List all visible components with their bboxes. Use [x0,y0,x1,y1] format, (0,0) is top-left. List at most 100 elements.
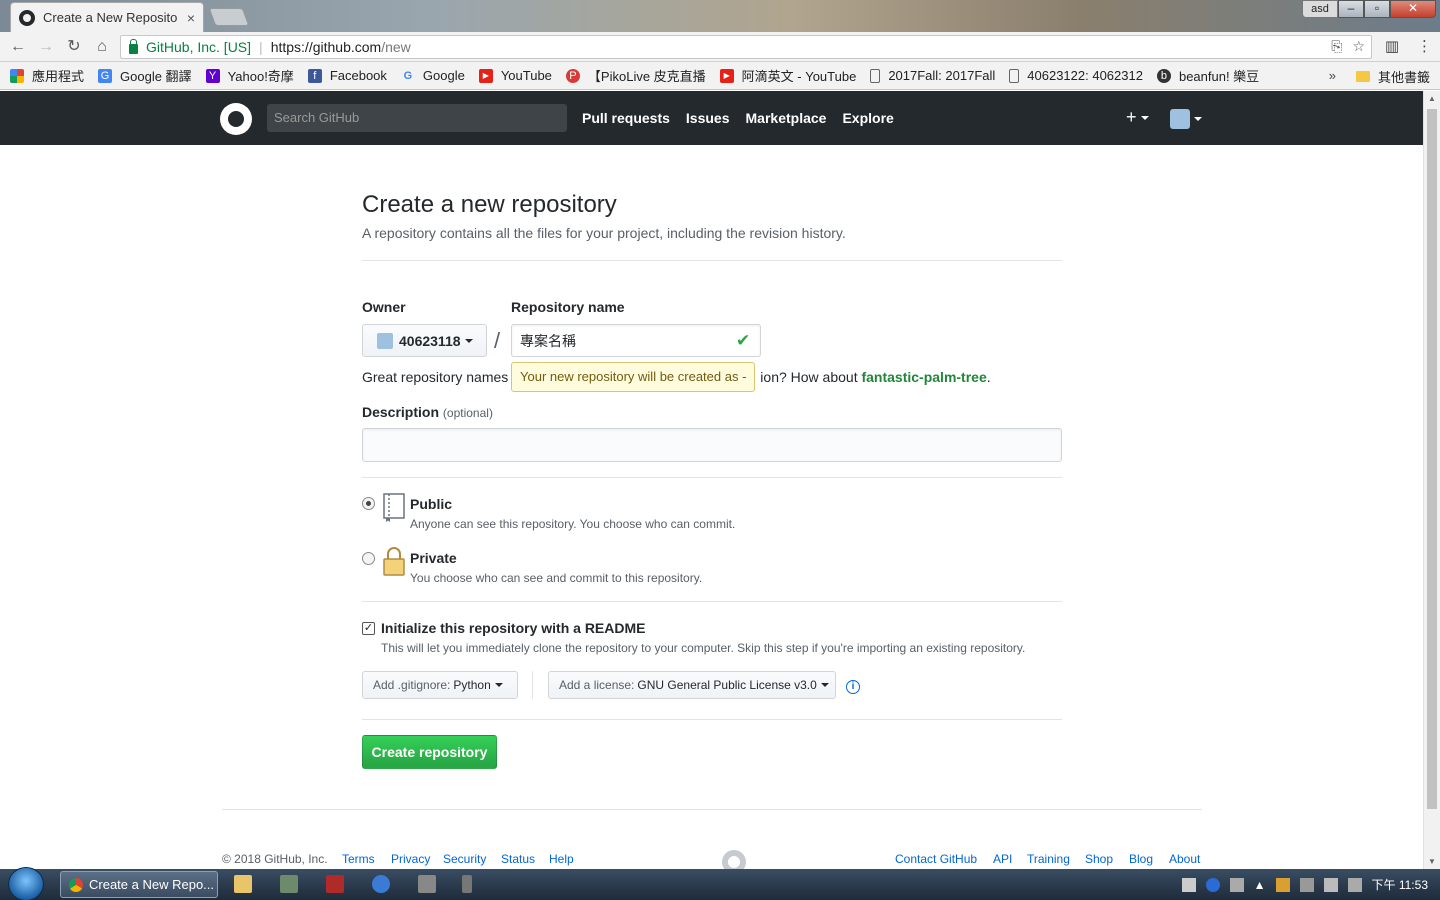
file-explorer-icon[interactable] [234,875,252,893]
gitignore-value: Python [453,678,491,692]
nav-marketplace[interactable]: Marketplace [746,110,827,126]
public-radio[interactable] [362,497,375,510]
maximize-button[interactable]: ▫ [1364,0,1390,18]
extension-icon[interactable]: ▥ [1385,37,1399,55]
create-repository-button[interactable]: Create repository [362,735,497,769]
speaker-app-icon[interactable] [418,875,436,893]
browser-toolbar: ← → ↻ ⌂ GitHub, Inc. [US] | https://gith… [0,32,1440,62]
start-button[interactable] [8,867,44,900]
bookmark-google[interactable]: G Google [401,68,465,83]
footer-link-training[interactable]: Training [1027,852,1070,866]
minimize-button[interactable]: – [1338,0,1364,18]
forward-icon[interactable]: → [36,37,56,57]
footer-link-status[interactable]: Status [501,852,535,866]
chevron-down-icon [1194,117,1202,121]
owner-select[interactable]: 40623118 [362,324,487,357]
divider [362,477,1062,478]
public-title[interactable]: Public [410,496,452,512]
private-radio[interactable] [362,552,375,565]
bookmark-facebook[interactable]: f Facebook [307,68,387,83]
repo-name-label: Repository name [511,299,625,315]
keyboard-icon[interactable] [1181,877,1196,892]
scrollbar-thumb[interactable] [1427,109,1437,809]
bookmark-youtube[interactable]: ▶ YouTube [478,68,552,83]
bookmark-yahoo[interactable]: Y Yahoo!奇摩 [205,66,294,85]
youtube-icon: ▶ [719,68,734,83]
bookmark-pikolive[interactable]: P 【PikoLive 皮克直播 [565,66,706,85]
scroll-down-icon[interactable]: ▼ [1428,857,1436,866]
private-note: You choose who can see and commit to thi… [410,571,703,585]
window-controls: asd – ▫ ✕ [1302,0,1436,18]
tab-title: Create a New Reposito [43,10,178,25]
footer-link-blog[interactable]: Blog [1129,852,1153,866]
bookmark-beanfun[interactable]: b beanfun! 樂豆 [1156,66,1260,85]
close-window-button[interactable]: ✕ [1390,0,1436,18]
home-icon[interactable]: ⌂ [92,37,112,57]
app-icon[interactable] [462,875,472,893]
gitignore-select[interactable]: Add .gitignore: Python [362,671,518,699]
app-icon[interactable] [280,875,298,893]
bookmark-40623122[interactable]: 40623122: 4062312 [1009,68,1143,83]
network-icon[interactable] [1299,877,1314,892]
app-icon[interactable] [372,875,390,893]
license-value: GNU General Public License v3.0 [637,678,817,692]
page-scrollbar[interactable]: ▲ ▼ [1423,91,1440,869]
bookmark-label: 阿滴英文 - YouTube [741,69,857,84]
footer-link-api[interactable]: API [993,852,1012,866]
bookmark-apps[interactable]: 應用程式 [10,66,84,85]
license-select[interactable]: Add a license: GNU General Public Licens… [548,671,836,699]
footer-link-about[interactable]: About [1169,852,1200,866]
clock[interactable]: 下午 11:53 [1372,876,1428,893]
owner-repo-separator: / [494,328,501,353]
description-input[interactable] [362,428,1062,462]
bookmarks-more-icon[interactable]: » [1329,68,1336,83]
footer-link-contact[interactable]: Contact GitHub [895,852,977,866]
tab-close-icon[interactable]: × [187,10,195,26]
tray-expand-icon[interactable]: ▲ [1254,878,1266,892]
tray-icon[interactable] [1229,877,1244,892]
nav-issues[interactable]: Issues [686,110,730,126]
footer-link-help[interactable]: Help [549,852,574,866]
footer-link-shop[interactable]: Shop [1085,852,1113,866]
github-logo-icon[interactable] [220,103,252,135]
footer-link-terms[interactable]: Terms [342,852,375,866]
app-icon[interactable] [326,875,344,893]
address-bar[interactable]: GitHub, Inc. [US] | https://github.com/n… [120,35,1372,59]
private-title[interactable]: Private [410,550,457,566]
avatar [1170,109,1190,129]
back-icon[interactable]: ← [8,37,28,57]
chevron-down-icon [1140,116,1149,121]
suggested-name[interactable]: fantastic-palm-tree [861,369,986,385]
nav-pull-requests[interactable]: Pull requests [582,110,670,126]
bookmark-star-icon[interactable]: ☆ [1352,38,1365,55]
bookmark-youtube-2[interactable]: ▶ 阿滴英文 - YouTube [719,66,857,85]
scroll-up-icon[interactable]: ▲ [1428,94,1436,103]
other-bookmarks[interactable]: 其他書籤 [1355,67,1430,86]
bookmark-google-translate[interactable]: G Google 翻譯 [98,66,192,85]
bookmark-label: beanfun! 樂豆 [1178,69,1260,84]
site-identity: GitHub, Inc. [US] [146,39,252,55]
volume-icon[interactable] [1323,877,1338,892]
reload-icon[interactable]: ↻ [64,37,84,57]
footer-link-security[interactable]: Security [443,852,486,866]
tray-icon[interactable] [1275,877,1290,892]
search-input[interactable]: Search GitHub [267,104,567,132]
action-center-icon[interactable] [1347,877,1362,892]
new-tab-button[interactable] [208,8,250,26]
menu-kebab-icon[interactable]: ⋮ [1417,37,1432,55]
info-icon[interactable]: i [846,680,860,694]
footer-link-privacy[interactable]: Privacy [391,852,430,866]
readme-checkbox[interactable]: ✓ [362,622,375,635]
page-icon [1009,68,1020,83]
readme-label[interactable]: Initialize this repository with a README [381,620,645,636]
taskbar-chrome-window[interactable]: Create a New Repo... [60,871,218,898]
create-new-menu[interactable]: + [1126,107,1149,128]
bookmark-2017fall[interactable]: 2017Fall: 2017Fall [870,68,995,83]
nav-explore[interactable]: Explore [842,110,893,126]
browser-tab-active[interactable]: Create a New Reposito × [10,2,204,32]
translate-icon[interactable]: ⎘ [1331,38,1342,55]
user-menu[interactable] [1170,109,1202,129]
profile-button[interactable]: asd [1302,0,1338,18]
help-icon[interactable] [1205,877,1220,892]
repo-name-input[interactable] [511,324,761,357]
